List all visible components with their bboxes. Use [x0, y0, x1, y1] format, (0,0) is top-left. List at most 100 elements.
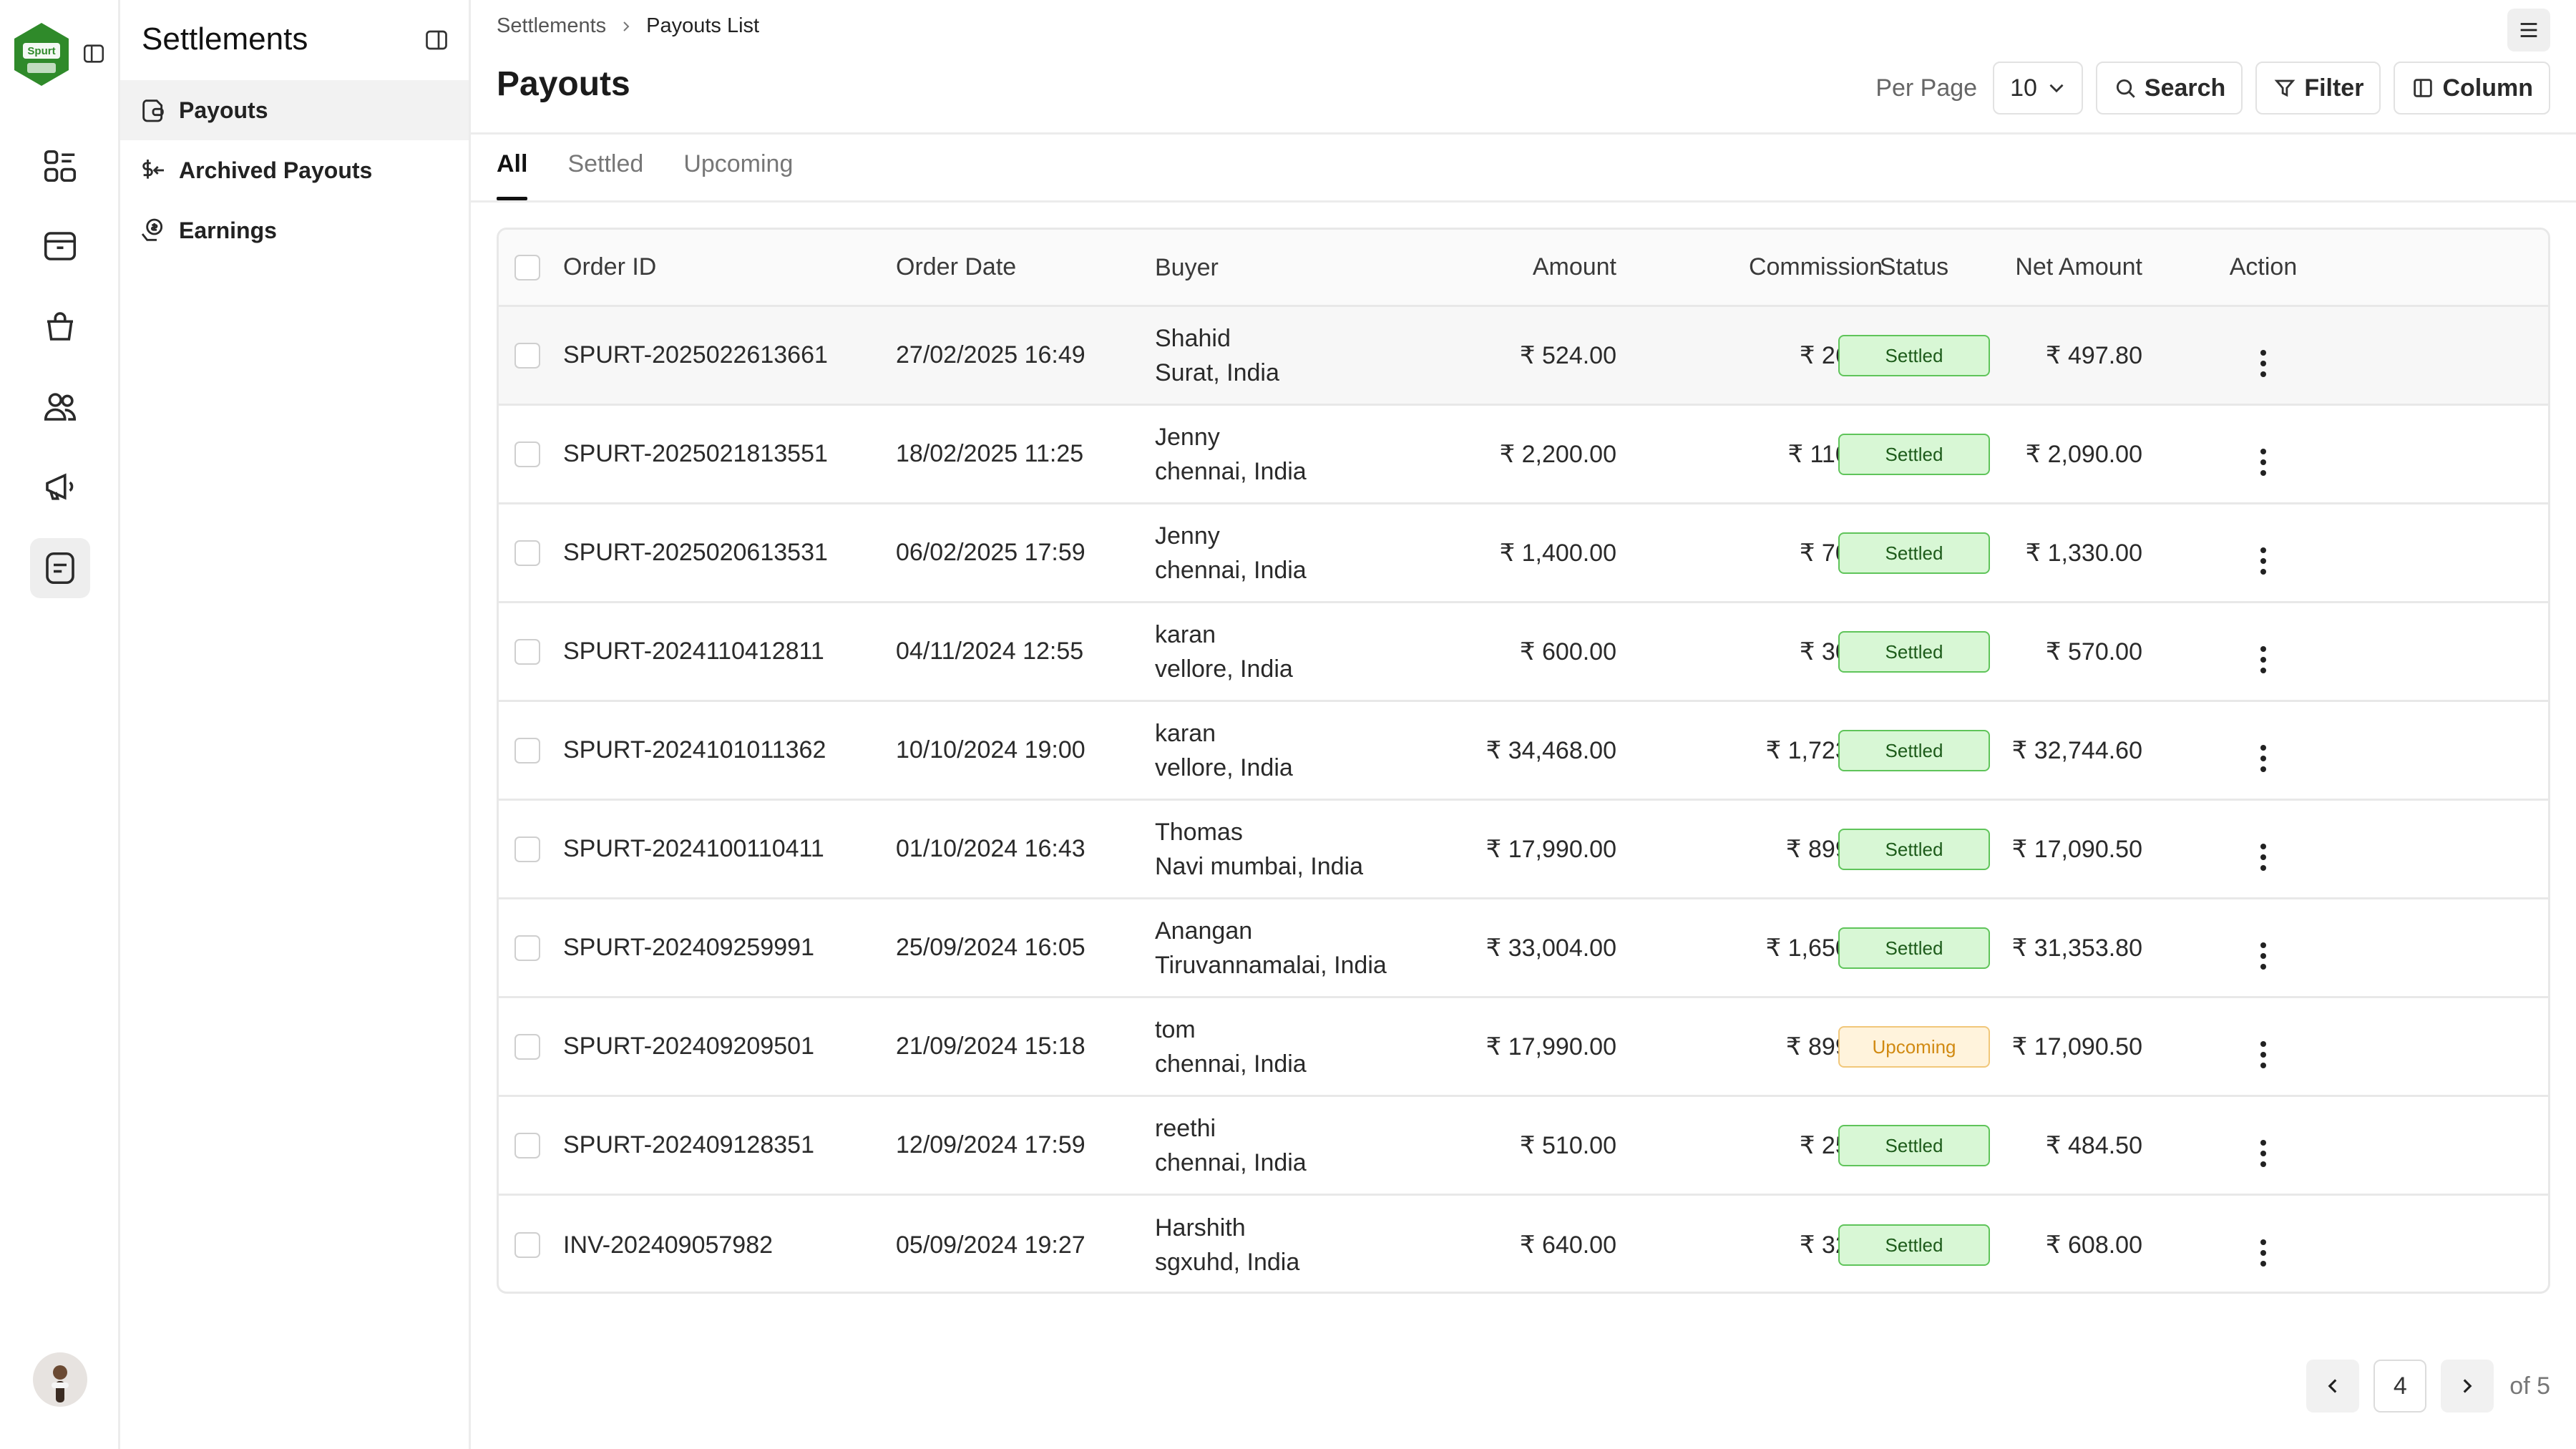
- net-amount: ₹ 32,744.60: [2011, 736, 2142, 764]
- chevron-right-icon: [623, 21, 630, 31]
- buyer-cell: Harshith sgxuhd, India: [1155, 1211, 1299, 1279]
- row-actions-button[interactable]: [2220, 1124, 2307, 1167]
- sidebar-title: Settlements: [142, 21, 308, 57]
- search-button[interactable]: Search: [2095, 62, 2243, 114]
- table-row[interactable]: SPURT-2025021813551 18/02/2025 11:25 Jenny…: [499, 406, 2548, 504]
- payouts-table: Order ID Order Date Buyer Amount Commiss…: [497, 228, 2550, 1294]
- row-checkbox[interactable]: [514, 441, 540, 467]
- buyer-cell: karan vellore, India: [1155, 618, 1293, 686]
- amount: ₹ 2,200.00: [1499, 440, 1616, 468]
- svg-text:Spurt: Spurt: [27, 45, 55, 57]
- users-icon: [44, 393, 77, 421]
- column-header-amount[interactable]: Amount: [1533, 253, 1616, 281]
- table-row[interactable]: SPURT-202409128351 12/09/2024 17:59 reethi…: [499, 1097, 2548, 1196]
- row-actions-button[interactable]: [2220, 1224, 2307, 1267]
- row-checkbox[interactable]: [514, 737, 540, 763]
- breadcrumb-root[interactable]: Settlements: [497, 14, 606, 38]
- rail-item-marketing[interactable]: [30, 457, 90, 517]
- column-header-order-date[interactable]: Order Date: [896, 253, 1016, 281]
- current-page-input[interactable]: 4: [2373, 1360, 2427, 1413]
- status-badge: Settled: [1838, 729, 1990, 771]
- row-actions-button[interactable]: [2220, 927, 2307, 970]
- box-icon: [44, 232, 77, 260]
- rail-item-customers[interactable]: [30, 376, 90, 436]
- row-actions-button[interactable]: [2220, 334, 2307, 377]
- column-button[interactable]: Column: [2394, 62, 2550, 114]
- row-actions-button[interactable]: [2220, 630, 2307, 673]
- sidebar-item-earnings[interactable]: Earnings: [120, 200, 469, 260]
- rail-item-settlements[interactable]: [30, 538, 90, 598]
- table-row[interactable]: SPURT-2024100110411 01/10/2024 16:43 Thoma…: [499, 801, 2548, 899]
- rail-item-orders[interactable]: [30, 296, 90, 356]
- next-page-button[interactable]: [2441, 1360, 2494, 1413]
- tab-upcoming[interactable]: Upcoming: [683, 150, 793, 200]
- sidebar-toggle-icon[interactable]: [82, 42, 106, 66]
- wallet-icon: [142, 99, 164, 122]
- row-actions-button[interactable]: [2220, 729, 2307, 772]
- row-actions-button[interactable]: [2220, 828, 2307, 871]
- table-row[interactable]: SPURT-2025020613531 06/02/2025 17:59 Jenny…: [499, 504, 2548, 603]
- more-vertical-icon: [2260, 1239, 2266, 1267]
- toolbar: Per Page 10 Search Filter Column: [1875, 62, 2550, 114]
- row-checkbox[interactable]: [514, 342, 540, 369]
- menu-button[interactable]: [2507, 9, 2550, 52]
- table-header: Order ID Order Date Buyer Amount Commiss…: [499, 230, 2548, 307]
- row-checkbox[interactable]: [514, 1232, 540, 1258]
- more-vertical-icon: [2260, 843, 2266, 871]
- table-row[interactable]: SPURT-2024110412811 04/11/2024 12:55 karan…: [499, 603, 2548, 702]
- net-amount: ₹ 17,090.50: [2011, 835, 2142, 863]
- more-vertical-icon: [2260, 349, 2266, 377]
- row-checkbox[interactable]: [514, 935, 540, 961]
- table-row[interactable]: INV-202409057982 05/09/2024 19:27 Harshith…: [499, 1196, 2548, 1292]
- breadcrumb: Settlements Payouts List: [497, 14, 759, 38]
- buyer-name: Thomas: [1155, 818, 1243, 846]
- status-cell: Settled: [1815, 828, 2013, 870]
- collapse-panel-icon[interactable]: [424, 27, 449, 53]
- tab-settled[interactable]: Settled: [567, 150, 643, 200]
- row-actions-button[interactable]: [2220, 1025, 2307, 1068]
- table-row[interactable]: SPURT-202409209501 21/09/2024 15:18 tom che…: [499, 998, 2548, 1097]
- select-all-checkbox[interactable]: [514, 254, 540, 280]
- row-checkbox[interactable]: [514, 1033, 540, 1060]
- page-count-label: of 5: [2509, 1372, 2550, 1400]
- buyer-cell: Thomas Navi mumbai, India: [1155, 815, 1363, 884]
- more-vertical-icon: [2260, 547, 2266, 575]
- rail-item-dashboard[interactable]: [30, 136, 90, 196]
- row-checkbox[interactable]: [514, 540, 540, 566]
- brand-logo[interactable]: Spurt: [11, 21, 72, 87]
- row-checkbox[interactable]: [514, 836, 540, 862]
- tabs-divider: [471, 200, 2576, 203]
- prev-page-button[interactable]: [2306, 1360, 2360, 1413]
- user-avatar[interactable]: [33, 1352, 87, 1407]
- table-row[interactable]: SPURT-2024101011362 10/10/2024 19:00 karan…: [499, 702, 2548, 801]
- buyer-name: reethi: [1155, 1114, 1216, 1142]
- sidebar-item-archived-payouts[interactable]: Archived Payouts: [120, 140, 469, 200]
- row-checkbox[interactable]: [514, 638, 540, 665]
- status-tabs: All Settled Upcoming: [497, 150, 793, 200]
- settlements-sidebar: Settlements Payouts Archived Payouts Ear…: [120, 0, 471, 1449]
- amount: ₹ 640.00: [1519, 1231, 1616, 1259]
- rail-item-products[interactable]: [30, 216, 90, 276]
- row-checkbox[interactable]: [514, 1132, 540, 1158]
- tab-all[interactable]: All: [497, 150, 528, 200]
- buyer-name: Harshith: [1155, 1214, 1246, 1241]
- sidebar-item-payouts[interactable]: Payouts: [120, 80, 469, 140]
- column-label: Column: [2442, 74, 2533, 102]
- table-body: SPURT-2025022613661 27/02/2025 16:49 Shahi…: [499, 307, 2548, 1292]
- row-actions-button[interactable]: [2220, 433, 2307, 476]
- columns-icon: [2414, 79, 2433, 97]
- table-row[interactable]: SPURT-202409259991 25/09/2024 16:05 Ananga…: [499, 899, 2548, 998]
- amount: ₹ 34,468.00: [1485, 736, 1616, 764]
- table-row[interactable]: SPURT-2025022613661 27/02/2025 16:49 Shahi…: [499, 307, 2548, 406]
- column-header-net-amount[interactable]: Net Amount: [2015, 253, 2142, 281]
- per-page-select[interactable]: 10: [1993, 62, 2083, 114]
- row-actions-button[interactable]: [2220, 532, 2307, 575]
- order-id: SPURT-2024101011362: [563, 736, 826, 763]
- column-header-buyer[interactable]: Buyer: [1155, 250, 1219, 285]
- net-amount: ₹ 2,090.00: [2025, 440, 2142, 468]
- filter-button[interactable]: Filter: [2255, 62, 2381, 114]
- search-label: Search: [2144, 74, 2226, 102]
- column-header-order-id[interactable]: Order ID: [563, 253, 656, 281]
- buyer-cell: Jenny chennai, India: [1155, 519, 1307, 587]
- more-vertical-icon: [2260, 942, 2266, 970]
